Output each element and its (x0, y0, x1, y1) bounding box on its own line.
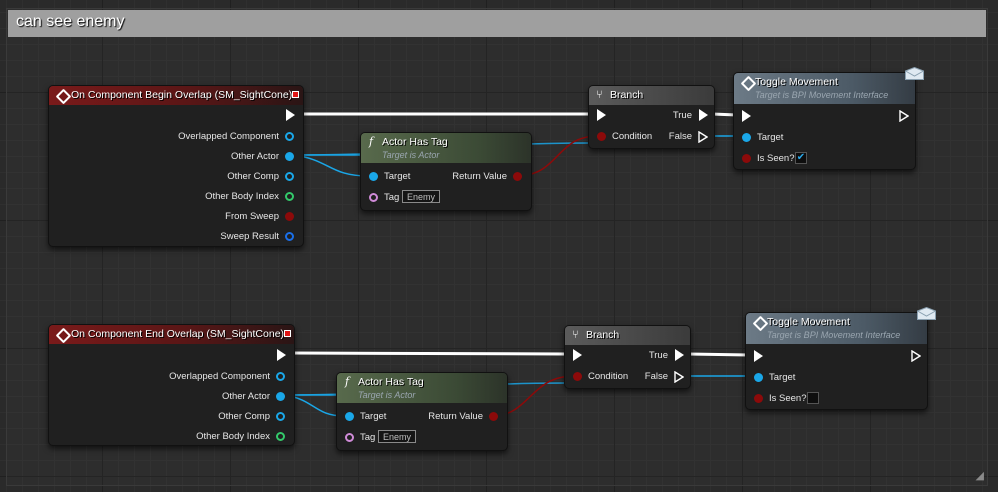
pin-label: Other Actor (221, 391, 270, 402)
other-body-index-pin[interactable] (276, 432, 285, 441)
pin-label: Other Comp (218, 411, 270, 422)
pin-label: Other Comp (227, 171, 279, 182)
pin-label: Condition (588, 371, 629, 382)
is-seen-checkbox[interactable] (807, 392, 819, 404)
false-exec-pin[interactable] (698, 131, 708, 143)
node-title: Toggle Movement (767, 316, 850, 328)
tag-value-field[interactable]: Enemy (402, 190, 441, 203)
pin-label: Target (360, 411, 387, 422)
exec-in-pin[interactable] (573, 349, 582, 361)
other-body-index-pin[interactable] (285, 192, 294, 201)
exec-out-pin[interactable] (286, 109, 295, 121)
node-title: On Component Begin Overlap (SM_SightCone… (71, 89, 293, 101)
target-pin[interactable] (345, 412, 354, 421)
node-title: Toggle Movement (755, 76, 838, 88)
true-exec-pin[interactable] (675, 349, 684, 361)
actor-has-tag-node[interactable]: f Actor Has Tag Target is Actor Target R… (336, 372, 508, 451)
node-header (589, 86, 714, 105)
exec-out-pin[interactable] (277, 349, 286, 361)
tag-pin[interactable] (345, 433, 354, 442)
node-title: Branch (586, 329, 620, 341)
node-title: On Component End Overlap (SM_SightCone) (71, 328, 285, 340)
event-node-begin-overlap[interactable]: On Component Begin Overlap (SM_SightCone… (48, 85, 304, 247)
event-node-end-overlap[interactable]: On Component End Overlap (SM_SightCone) … (48, 324, 295, 446)
other-actor-pin[interactable] (276, 392, 285, 401)
overlapped-component-pin[interactable] (285, 132, 294, 141)
pin-label: Other Body Index (205, 191, 279, 202)
pin-label: From Sweep (225, 211, 279, 222)
exec-in-pin[interactable] (754, 350, 763, 362)
node-subtitle: Target is BPI Movement Interface (755, 90, 889, 100)
branch-icon: ⑂ (572, 329, 579, 341)
other-actor-pin[interactable] (285, 152, 294, 161)
false-exec-pin[interactable] (674, 371, 684, 383)
pin-label: Target (757, 132, 784, 143)
exec-out-pin[interactable] (911, 350, 921, 362)
target-pin[interactable] (369, 172, 378, 181)
pin-label: True (672, 110, 692, 121)
node-header (565, 326, 690, 345)
is-seen-pin[interactable] (742, 154, 751, 163)
pin-label: Other Body Index (196, 431, 270, 442)
return-value-pin[interactable] (513, 172, 522, 181)
other-comp-pin[interactable] (276, 412, 285, 421)
pin-label: Is Seen? (757, 153, 795, 164)
pin-label: Condition (612, 131, 653, 142)
node-title: Branch (610, 89, 644, 101)
actor-has-tag-node[interactable]: f Actor Has Tag Target is Actor Target R… (360, 132, 532, 211)
pin-label: False (644, 371, 668, 382)
exec-out-pin[interactable] (899, 110, 909, 122)
delegate-pin-icon[interactable] (292, 91, 299, 98)
pin-label: False (668, 131, 692, 142)
exec-in-pin[interactable] (742, 110, 751, 122)
condition-pin[interactable] (597, 132, 606, 141)
pin-label: Overlapped Component (178, 131, 279, 142)
object-wire (293, 154, 369, 177)
branch-node[interactable]: ⑂ Branch True Condition False (564, 325, 691, 389)
pin-label: Tag (384, 192, 400, 203)
target-pin[interactable] (742, 133, 751, 142)
from-sweep-pin[interactable] (285, 212, 294, 221)
condition-pin[interactable] (573, 372, 582, 381)
function-icon: f (345, 375, 350, 388)
is-seen-checkbox[interactable]: ✔ (795, 152, 807, 164)
exec-wire (290, 351, 567, 356)
pin-label: Return Value (428, 411, 483, 422)
exec-wire (687, 352, 750, 357)
pin-label: Tag (360, 432, 376, 443)
pin-label: Target (384, 171, 411, 182)
true-exec-pin[interactable] (699, 109, 708, 121)
node-title: Actor Has Tag (358, 376, 424, 388)
toggle-movement-node[interactable]: Toggle Movement Target is BPI Movement I… (733, 67, 924, 170)
node-title: Actor Has Tag (382, 136, 448, 148)
branch-icon: ⑂ (596, 89, 603, 101)
pin-label: True (648, 350, 668, 361)
function-icon: f (369, 135, 374, 148)
pin-label: Other Actor (230, 151, 279, 162)
is-seen-pin[interactable] (754, 394, 763, 403)
branch-node[interactable]: ⑂ Branch True Condition False (588, 85, 715, 149)
pin-label: Target (769, 372, 796, 383)
toggle-movement-node[interactable]: Toggle Movement Target is BPI Movement I… (745, 307, 936, 410)
delegate-pin-icon[interactable] (284, 330, 291, 337)
return-value-pin[interactable] (489, 412, 498, 421)
tag-pin[interactable] (369, 193, 378, 202)
pin-label: Return Value (452, 171, 507, 182)
node-subtitle: Target is Actor (358, 390, 416, 400)
other-comp-pin[interactable] (285, 172, 294, 181)
pin-label: Is Seen? (769, 393, 807, 404)
tag-value-field[interactable]: Enemy (378, 430, 417, 443)
message-envelope-icon (917, 307, 936, 320)
message-envelope-icon (905, 67, 924, 80)
node-subtitle: Target is BPI Movement Interface (767, 330, 901, 340)
pin-label: Overlapped Component (169, 371, 270, 382)
exec-in-pin[interactable] (597, 109, 606, 121)
pin-label: Sweep Result (220, 231, 279, 242)
sweep-result-pin[interactable] (285, 232, 294, 241)
node-subtitle: Target is Actor (382, 150, 440, 160)
overlapped-component-pin[interactable] (276, 372, 285, 381)
target-pin[interactable] (754, 373, 763, 382)
